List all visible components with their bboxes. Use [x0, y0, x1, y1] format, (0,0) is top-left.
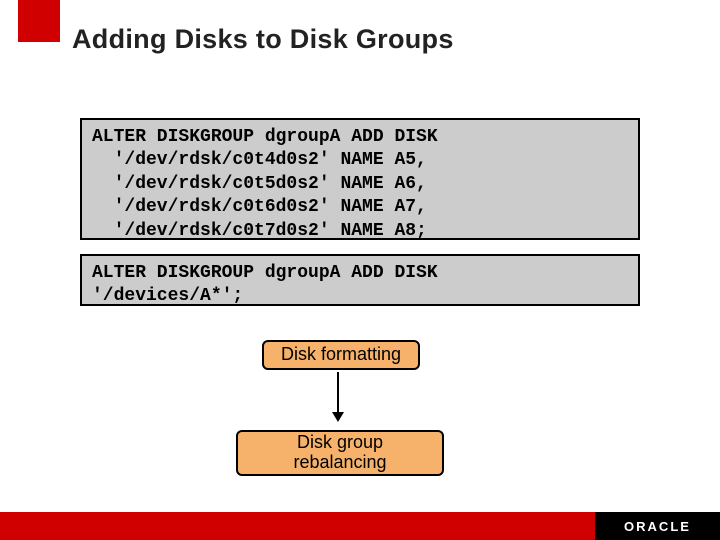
arrow-down-icon: [337, 372, 339, 420]
accent-square: [18, 0, 60, 42]
flow-step-formatting: Disk formatting: [262, 340, 420, 370]
footer-brand: ORACLE: [595, 512, 720, 540]
slide-title: Adding Disks to Disk Groups: [72, 24, 454, 55]
code-block-2: ALTER DISKGROUP dgroupA ADD DISK '/devic…: [80, 254, 640, 306]
flow-step-rebalancing: Disk grouprebalancing: [236, 430, 444, 476]
code-block-1: ALTER DISKGROUP dgroupA ADD DISK '/dev/r…: [80, 118, 640, 240]
